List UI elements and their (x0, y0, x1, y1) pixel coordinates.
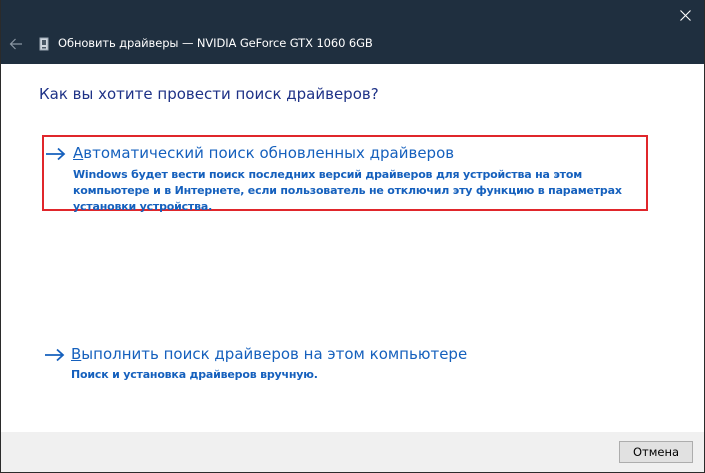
back-arrow-icon (9, 38, 22, 50)
option-browse-computer-title-text: ыполнить поиск драйверов на этом компьют… (81, 345, 468, 363)
option-auto-search-title[interactable]: Автоматический поиск обновленных драйвер… (73, 144, 454, 162)
option-browse-computer-title[interactable]: Выполнить поиск драйверов на этом компью… (71, 345, 467, 363)
footer-bar: Отмена (1, 432, 704, 472)
option-auto-search-description: Windows будет вести поиск последних верс… (73, 168, 622, 213)
option-auto-search-accel: А (73, 144, 84, 162)
arrow-right-icon (45, 348, 65, 362)
title-bar: Обновить драйверы — NVIDIA GeForce GTX 1… (1, 0, 704, 64)
back-button[interactable] (5, 34, 27, 54)
window-title: Обновить драйверы — NVIDIA GeForce GTX 1… (58, 36, 373, 50)
update-drivers-window: Обновить драйверы — NVIDIA GeForce GTX 1… (0, 0, 705, 473)
device-icon (39, 37, 49, 51)
option-auto-search[interactable]: Автоматический поиск обновленных драйвер… (42, 135, 648, 213)
close-icon (679, 9, 691, 21)
close-button[interactable] (666, 0, 704, 30)
page-heading: Как вы хотите провести поиск драйверов? (39, 85, 379, 103)
arrow-right-icon (46, 147, 66, 161)
option-browse-computer[interactable]: Выполнить поиск драйверов на этом компью… (42, 342, 648, 388)
cancel-button[interactable]: Отмена (619, 441, 693, 463)
option-browse-computer-accel: В (71, 345, 82, 363)
option-auto-search-title-text: втоматический поиск обновленных драйверо… (83, 144, 455, 162)
option-browse-computer-description: Поиск и установка драйверов вручную. (71, 368, 318, 381)
